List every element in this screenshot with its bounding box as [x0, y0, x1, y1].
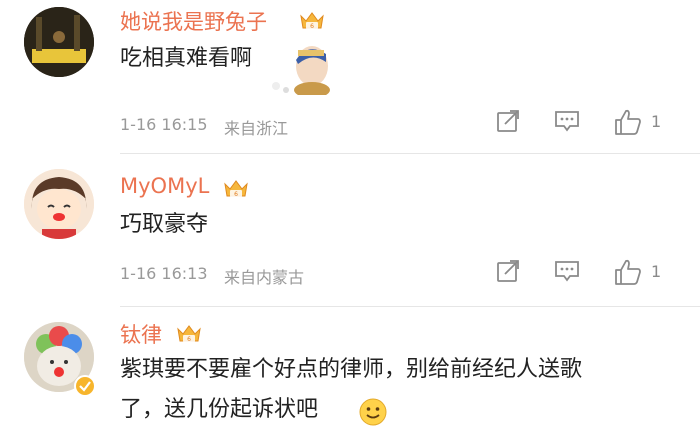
comment-text-line1: 紫琪要不要雇个好点的律师，别给前经纪人送歌 — [120, 357, 583, 382]
avatar[interactable] — [24, 7, 94, 77]
like-count: 1 — [651, 112, 662, 131]
vip-crown-icon: 6 — [298, 10, 326, 32]
comment-time: 1-16 16:13 — [120, 264, 208, 283]
comment-location: 来自内蒙古 — [224, 268, 305, 287]
verified-badge-icon — [74, 375, 96, 397]
like-count: 1 — [651, 262, 662, 281]
comment-item: 钛律 6 紫琪要不要雇个好点的律师，别给前经纪人送歌 了，送几份起诉状吧 — [0, 307, 700, 445]
comment-item: 她说我是野兔子 6 吃相真难看啊 1-16 16:15 来自浙江 1 — [0, 0, 700, 150]
avatar-image — [24, 7, 94, 77]
forward-icon[interactable] — [495, 258, 521, 288]
avatar[interactable] — [24, 169, 94, 239]
vip-crown-icon: 6 — [222, 178, 250, 200]
svg-text:6: 6 — [310, 23, 314, 30]
like-icon[interactable] — [613, 258, 643, 288]
comment-text-line2: 了，送几份起诉状吧 — [120, 397, 319, 422]
comment-icon[interactable] — [553, 108, 581, 138]
comment-actions: 1 — [495, 258, 680, 288]
vip-crown-icon: 6 — [175, 323, 203, 345]
username[interactable]: 她说我是野兔子 — [120, 6, 267, 36]
comment-actions: 1 — [495, 108, 680, 138]
comment-item: MyOMyL 6 巧取豪夺 1-16 16:13 来自内蒙古 1 — [0, 154, 700, 306]
username[interactable]: 钛律 — [120, 319, 162, 349]
sticker-image — [268, 40, 338, 98]
comment-icon[interactable] — [553, 258, 581, 288]
svg-text:6: 6 — [234, 191, 238, 198]
username[interactable]: MyOMyL — [120, 174, 209, 198]
comment-text: 吃相真难看啊 — [120, 46, 253, 71]
smile-emoji-icon — [358, 397, 388, 427]
forward-icon[interactable] — [495, 108, 521, 138]
like-icon[interactable] — [613, 108, 643, 138]
comment-time: 1-16 16:15 — [120, 115, 208, 134]
comment-location: 来自浙江 — [224, 119, 289, 138]
avatar-image — [24, 169, 94, 239]
comment-text: 巧取豪夺 — [120, 212, 209, 237]
svg-text:6: 6 — [187, 336, 191, 343]
